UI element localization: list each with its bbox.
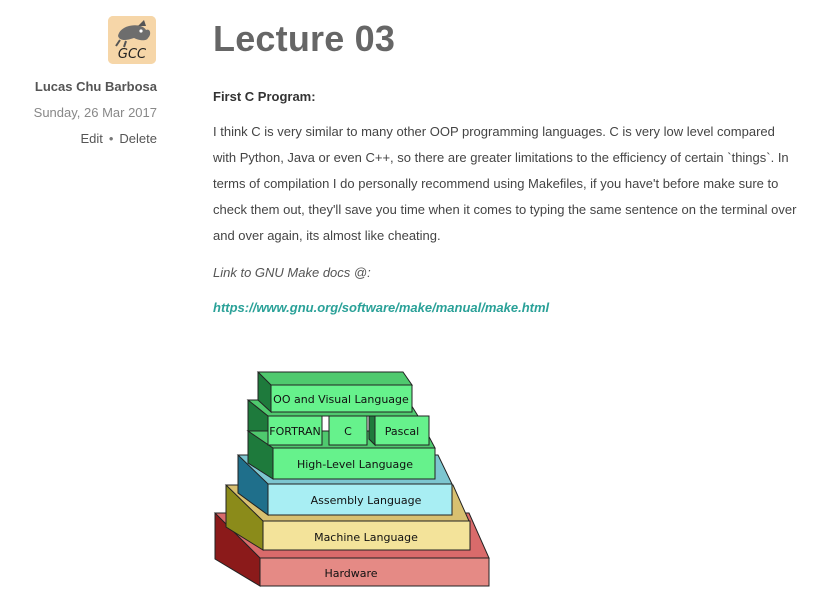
c-label: C <box>344 425 352 438</box>
author-name[interactable]: Lucas Chu Barbosa <box>35 79 157 94</box>
page-title: Lecture 03 <box>213 18 396 59</box>
machine-language-label: Machine Language <box>314 531 418 544</box>
post-subheading: First C Program: <box>213 89 316 104</box>
edit-link[interactable]: Edit <box>80 131 102 146</box>
post-body: I think C is very similar to many other … <box>213 124 797 243</box>
post-actions: Edit • Delete <box>80 131 157 146</box>
gcc-logo-icon: GCC <box>108 16 156 64</box>
language-hierarchy-diagram: Hardware Machine Language Assembly Langu… <box>213 371 490 587</box>
hardware-label: Hardware <box>324 567 377 580</box>
avatar-text: GCC <box>118 47 147 62</box>
gnu-make-docs-link[interactable]: https://www.gnu.org/software/make/manual… <box>213 300 549 315</box>
assembly-language-label: Assembly Language <box>311 494 422 507</box>
pascal-label: Pascal <box>385 425 419 438</box>
separator-dot: • <box>108 131 114 146</box>
layer-oo-visual-language: OO and Visual Language <box>256 371 413 414</box>
delete-link[interactable]: Delete <box>119 131 157 146</box>
high-level-language-label: High-Level Language <box>297 458 413 471</box>
link-intro: Link to GNU Make docs @: <box>213 265 371 280</box>
fortran-label: FORTRAN <box>269 425 321 438</box>
post-date: Sunday, 26 Mar 2017 <box>33 105 157 120</box>
avatar[interactable]: GCC <box>108 16 156 64</box>
oo-visual-language-label: OO and Visual Language <box>273 393 409 406</box>
